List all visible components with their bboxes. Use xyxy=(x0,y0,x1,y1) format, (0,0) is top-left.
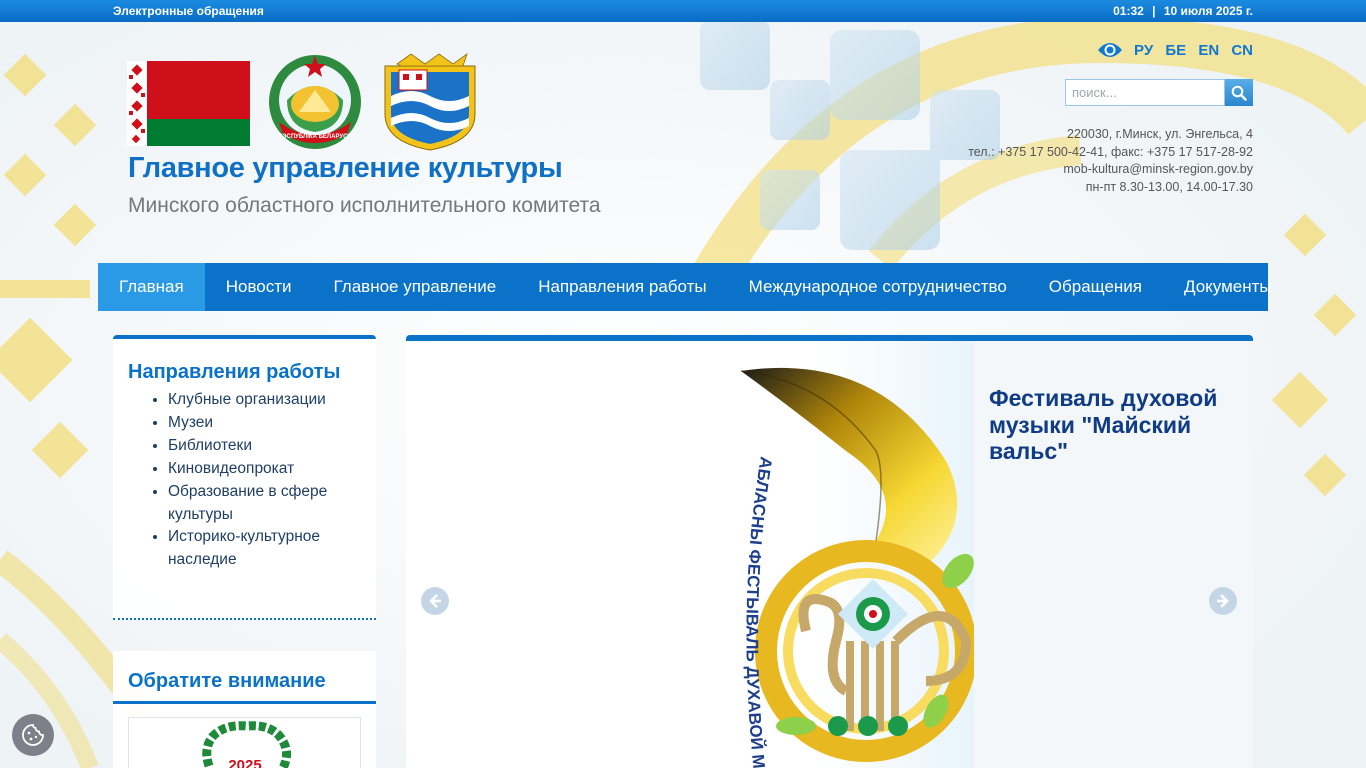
slide-image[interactable]: АБЛАСНЫ ФЕСТЫВАЛЬ ДУХАВОЙ МУ xyxy=(406,341,977,768)
contact-info: 220030, г.Минск, ул. Энгельса, 4 тел.: +… xyxy=(968,126,1253,196)
lang-be-link[interactable]: БЕ xyxy=(1165,42,1186,59)
nav-item-work-directions[interactable]: Направления работы xyxy=(517,263,727,311)
minsk-region-coat-of-arms xyxy=(384,52,476,151)
cookie-icon xyxy=(22,724,44,746)
contact-phone: тел.: +375 17 500-42-41, факс: +375 17 5… xyxy=(968,144,1253,159)
arrow-left-icon xyxy=(429,594,441,608)
belarus-flag xyxy=(127,61,250,146)
notice-title: Обратите внимание xyxy=(128,670,326,692)
sidebar-link-education[interactable]: Образование в сфере культуры xyxy=(168,483,327,523)
sidebar-notice: Обратите внимание 2025 xyxy=(113,651,376,768)
electronic-appeals-link[interactable]: Электронные обращения xyxy=(113,4,264,18)
slide-title[interactable]: Фестиваль духовой музыки "Майский вальс" xyxy=(989,385,1244,465)
svg-text:РЭСПУБЛІКА БЕЛАРУСЬ: РЭСПУБЛІКА БЕЛАРУСЬ xyxy=(278,134,352,140)
sidebar-link-libraries[interactable]: Библиотеки xyxy=(168,437,252,454)
sidebar-item-museums: Музеи xyxy=(168,412,361,435)
arrow-right-icon xyxy=(1217,594,1229,608)
sidebar-list: Клубные организации Музеи Библиотеки Кин… xyxy=(128,389,361,572)
site-title[interactable]: Главное управление культуры xyxy=(128,152,563,185)
notice-banner[interactable]: 2025 xyxy=(128,717,361,768)
current-date: 10 июля 2025 г. xyxy=(1163,4,1253,18)
nav-item-home[interactable]: Главная xyxy=(98,263,205,311)
nav-item-news[interactable]: Новости xyxy=(205,263,313,311)
nav-item-main-department[interactable]: Главное управление xyxy=(313,263,518,311)
header-emblems: РЭСПУБЛІКА БЕЛАРУСЬ xyxy=(127,52,487,157)
eye-icon[interactable] xyxy=(1097,40,1123,65)
top-bar: Электронные обращения 01:32 | 10 июля 20… xyxy=(0,0,1366,22)
notice-divider xyxy=(113,701,376,704)
contact-email[interactable]: mob-kultura@minsk-region.gov.by xyxy=(968,161,1253,179)
search-form xyxy=(1065,79,1253,106)
top-bar-left: Электронные обращения xyxy=(113,4,264,18)
slider-prev-button[interactable] xyxy=(421,587,449,615)
slide-image-caption: АБЛАСНЫ ФЕСТЫВАЛЬ ДУХАВОЙ МУ xyxy=(406,341,776,768)
sidebar-link-museums[interactable]: Музеи xyxy=(168,414,213,431)
top-bar-datetime: 01:32 | 10 июля 2025 г. xyxy=(1113,4,1253,18)
sidebar-item-libraries: Библиотеки xyxy=(168,435,361,458)
sidebar-link-clubs[interactable]: Клубные организации xyxy=(168,391,326,408)
contact-hours: пн-пт 8.30-13.00, 14.00-17.30 xyxy=(1085,179,1253,194)
datetime-separator: | xyxy=(1152,4,1156,18)
sidebar-work-directions: Направления работы Клубные организации М… xyxy=(113,335,376,620)
notice-year: 2025 xyxy=(228,757,261,768)
lang-cn-link[interactable]: CN xyxy=(1231,42,1253,59)
search-input[interactable] xyxy=(1065,79,1225,106)
search-icon xyxy=(1231,85,1247,101)
belarus-coat-of-arms: РЭСПУБЛІКА БЕЛАРУСЬ xyxy=(269,55,361,149)
contact-address: 220030, г.Минск, ул. Энгельса, 4 xyxy=(1067,127,1253,141)
current-time: 01:32 xyxy=(1113,4,1144,18)
cookie-settings-button[interactable] xyxy=(12,714,54,756)
sidebar-item-clubs: Клубные организации xyxy=(168,389,361,412)
site-subtitle: Минского областного исполнительного коми… xyxy=(128,194,601,217)
main-nav: Главная Новости Главное управление Напра… xyxy=(98,263,1272,311)
sidebar-link-film-distribution[interactable]: Киновидеопрокат xyxy=(168,460,294,477)
sidebar-link-heritage[interactable]: Историко-культурное наследие xyxy=(168,528,320,568)
sidebar-title: Направления работы xyxy=(128,361,341,383)
sidebar-item-education: Образование в сфере культуры xyxy=(168,481,361,527)
lang-en-link[interactable]: EN xyxy=(1198,42,1219,59)
lang-ru-link[interactable]: РУ xyxy=(1134,42,1153,59)
sidebar-item-film-distribution: Киновидеопрокат xyxy=(168,458,361,481)
language-switcher: РУ БЕ EN CN xyxy=(1126,42,1253,59)
slider-next-button[interactable] xyxy=(1209,587,1237,615)
nav-item-documents[interactable]: Документы xyxy=(1163,263,1293,311)
search-button[interactable] xyxy=(1225,79,1253,106)
nav-item-international[interactable]: Международное сотрудничество xyxy=(728,263,1028,311)
nav-item-appeals[interactable]: Обращения xyxy=(1028,263,1163,311)
news-slider: АБЛАСНЫ ФЕСТЫВАЛЬ ДУХАВОЙ МУ Фестиваль д… xyxy=(406,335,1253,768)
sidebar-item-heritage: Историко-культурное наследие xyxy=(168,526,361,572)
